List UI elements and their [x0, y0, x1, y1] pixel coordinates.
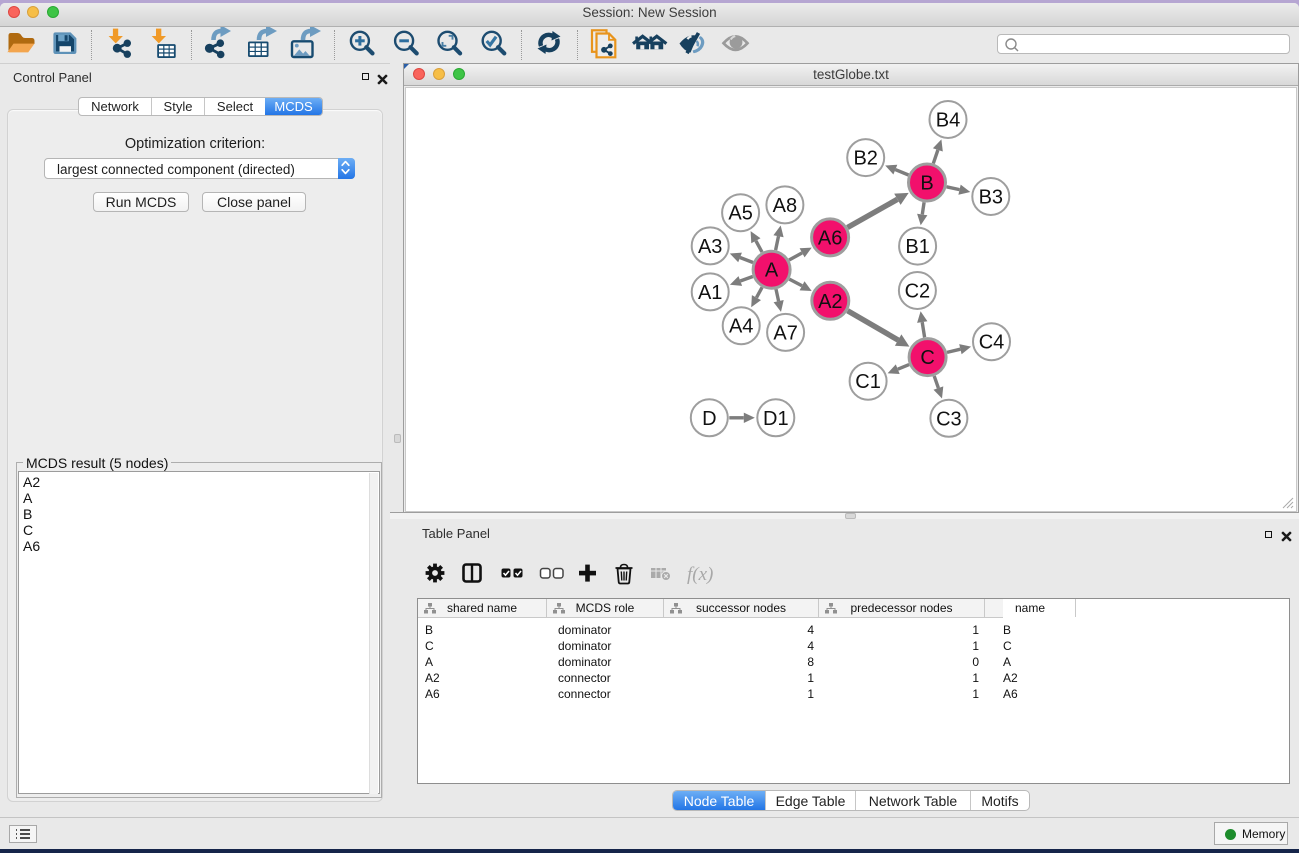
- svg-text:C: C: [920, 347, 934, 369]
- svg-text:C4: C4: [979, 331, 1005, 353]
- svg-text:B1: B1: [905, 236, 929, 258]
- svg-text:A4: A4: [729, 315, 753, 337]
- svg-text:C1: C1: [855, 371, 881, 393]
- svg-text:A: A: [765, 259, 779, 281]
- svg-text:D: D: [702, 407, 716, 429]
- svg-text:A6: A6: [818, 227, 842, 249]
- svg-text:B2: B2: [853, 147, 877, 169]
- svg-text:f(x): f(x): [687, 564, 713, 585]
- svg-text:A1: A1: [698, 281, 722, 303]
- svg-text:A5: A5: [728, 202, 752, 224]
- svg-text:B: B: [920, 172, 933, 194]
- svg-text:A3: A3: [698, 235, 722, 257]
- svg-text:D1: D1: [763, 407, 789, 429]
- svg-text:C2: C2: [905, 280, 931, 302]
- svg-text:A8: A8: [773, 194, 797, 216]
- svg-text:C3: C3: [936, 408, 962, 430]
- svg-text:B4: B4: [936, 109, 960, 131]
- svg-text:A2: A2: [818, 290, 842, 312]
- svg-text:A7: A7: [773, 322, 797, 344]
- svg-text:B3: B3: [979, 186, 1003, 208]
